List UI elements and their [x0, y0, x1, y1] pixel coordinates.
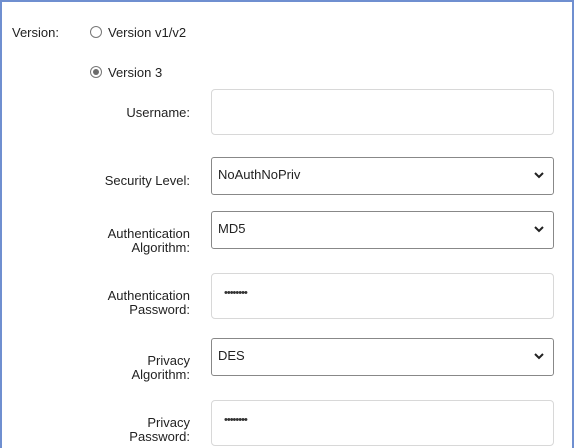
privacy-algorithm-value: DES	[218, 348, 245, 363]
version-v1v2-label[interactable]: Version v1/v2	[108, 25, 186, 40]
auth-algorithm-label: Authentication Algorithm:	[62, 227, 190, 255]
auth-algorithm-label-line1: Authentication	[107, 226, 190, 241]
chevron-down-icon	[534, 353, 544, 360]
auth-password-label-line1: Authentication	[107, 288, 190, 303]
snmp-settings-panel: Version: Version v1/v2 Version 3 Usernam…	[0, 0, 574, 448]
auth-password-input[interactable]: ••••••••	[211, 273, 554, 319]
privacy-algorithm-label-line2: Algorithm:	[131, 367, 190, 382]
auth-password-masked: ••••••••	[224, 287, 248, 299]
auth-algorithm-select[interactable]: MD5	[211, 211, 554, 249]
privacy-algorithm-label-line1: Privacy	[147, 353, 190, 368]
privacy-algorithm-label: Privacy Algorithm:	[62, 354, 190, 382]
chevron-down-icon	[534, 172, 544, 179]
version-v1v2-radio[interactable]	[90, 26, 102, 38]
security-level-value: NoAuthNoPriv	[218, 167, 301, 182]
auth-algorithm-value: MD5	[218, 221, 246, 236]
version-3-label[interactable]: Version 3	[108, 65, 162, 80]
auth-algorithm-label-line2: Algorithm:	[131, 240, 190, 255]
privacy-algorithm-select[interactable]: DES	[211, 338, 554, 376]
privacy-password-label: Privacy Password:	[62, 416, 190, 444]
security-level-label: Security Level:	[104, 173, 190, 188]
auth-password-label: Authentication Password:	[62, 289, 190, 317]
privacy-password-input[interactable]: ••••••••	[211, 400, 554, 446]
security-level-select[interactable]: NoAuthNoPriv	[211, 157, 554, 195]
version-3-radio[interactable]	[90, 66, 102, 78]
username-input[interactable]	[211, 89, 554, 135]
privacy-password-masked: ••••••••	[224, 414, 248, 426]
version-label: Version:	[12, 25, 59, 40]
privacy-password-label-line1: Privacy	[147, 415, 190, 430]
username-label: Username:	[126, 105, 190, 120]
chevron-down-icon	[534, 226, 544, 233]
auth-password-label-line2: Password:	[129, 302, 190, 317]
privacy-password-label-line2: Password:	[129, 429, 190, 444]
